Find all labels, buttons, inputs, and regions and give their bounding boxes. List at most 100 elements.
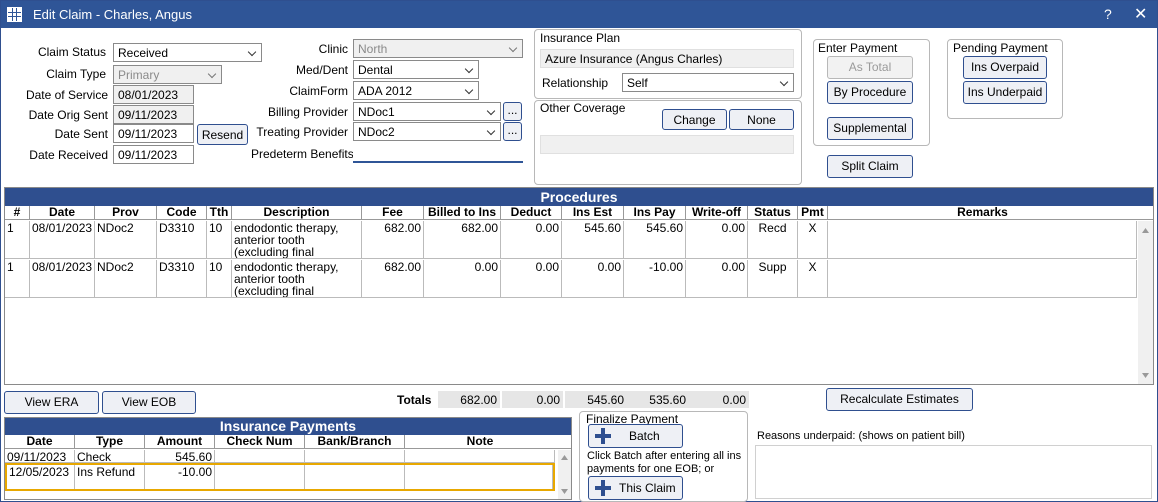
col-code[interactable]: Code xyxy=(157,206,207,219)
split-claim-button[interactable]: Split Claim xyxy=(827,155,913,178)
date-received-field[interactable]: 09/11/2023 xyxy=(113,145,194,164)
col-date[interactable]: Date xyxy=(30,206,95,219)
cell-date: 08/01/2023 xyxy=(30,260,95,297)
col-writeoff[interactable]: Write-off xyxy=(686,206,748,219)
col-prov[interactable]: Prov xyxy=(95,206,157,219)
recalculate-estimates-button[interactable]: Recalculate Estimates xyxy=(826,388,973,411)
cell-note xyxy=(405,450,555,462)
col-tth[interactable]: Tth xyxy=(207,206,232,219)
predeterm-benefits-field[interactable] xyxy=(353,144,523,163)
cell-num: 1 xyxy=(5,260,30,297)
total-ins-est: 545.60 xyxy=(565,391,627,408)
col-bank-branch[interactable]: Bank/Branch xyxy=(305,435,405,448)
plus-icon xyxy=(594,479,612,497)
clinic-label: Clinic xyxy=(318,42,348,56)
this-claim-button[interactable]: This Claim xyxy=(588,476,683,500)
date-of-service-label: Date of Service xyxy=(25,88,108,102)
col-billed[interactable]: Billed to Ins xyxy=(424,206,501,219)
scroll-arrows-icon xyxy=(1142,228,1149,378)
view-eob-button[interactable]: View EOB xyxy=(102,391,196,414)
payment-row-selected[interactable]: 12/05/2023 Ins Refund -10.00 xyxy=(5,463,555,491)
cell-fee: 682.00 xyxy=(362,221,424,258)
cell-prov: NDoc2 xyxy=(95,221,157,258)
treating-provider-pick-button[interactable]: ... xyxy=(503,122,522,141)
col-ins-pay[interactable]: Ins Pay xyxy=(624,206,686,219)
title-bar: Edit Claim - Charles, Angus ? ✕ xyxy=(1,1,1157,28)
col-ins-est[interactable]: Ins Est xyxy=(562,206,624,219)
claim-type-label: Claim Type xyxy=(46,67,106,81)
procedure-row[interactable]: 1 08/01/2023 NDoc2 D3310 10 endodontic t… xyxy=(5,221,1137,259)
date-sent-field[interactable]: 09/11/2023 xyxy=(113,124,194,143)
col-note[interactable]: Note xyxy=(405,435,555,448)
supplemental-button[interactable]: Supplemental xyxy=(827,117,913,140)
col-description[interactable]: Description xyxy=(232,206,362,219)
cell-pmt: X xyxy=(798,221,828,258)
cell-ins-pay: 545.60 xyxy=(624,221,686,258)
ins-overpaid-button[interactable]: Ins Overpaid xyxy=(963,56,1047,79)
edit-claim-window: Edit Claim - Charles, Angus ? ✕ Claim St… xyxy=(0,0,1158,502)
cell-code: D3310 xyxy=(157,260,207,297)
billing-provider-label: Billing Provider xyxy=(267,105,348,119)
claimform-dropdown[interactable]: ADA 2012 xyxy=(353,81,479,100)
cell-pay-type: Check xyxy=(75,450,145,462)
view-era-button[interactable]: View ERA xyxy=(4,391,99,414)
col-pmt[interactable]: Pmt xyxy=(798,206,828,219)
batch-button[interactable]: Batch xyxy=(588,424,683,448)
col-pay-type[interactable]: Type xyxy=(75,435,145,448)
cell-pay-date: 09/11/2023 xyxy=(5,450,75,462)
insurance-payments-columns: Date Type Amount Check Num Bank/Branch N… xyxy=(5,435,571,449)
med-dent-dropdown[interactable]: Dental xyxy=(353,60,479,79)
clinic-dropdown: North xyxy=(353,39,523,58)
reasons-underpaid-label: Reasons underpaid: (shows on patient bil… xyxy=(757,430,965,442)
insurance-plan-title: Insurance Plan xyxy=(540,31,621,45)
cell-note xyxy=(405,465,553,489)
window-title: Edit Claim - Charles, Angus xyxy=(33,7,192,22)
col-num[interactable]: # xyxy=(5,206,30,219)
billing-provider-pick-button[interactable]: ... xyxy=(503,102,522,121)
cell-num: 1 xyxy=(5,221,30,258)
relationship-label: Relationship xyxy=(542,76,609,90)
date-of-service-field[interactable]: 08/01/2023 xyxy=(113,85,194,104)
procedure-row[interactable]: 1 08/01/2023 NDoc2 D3310 10 endodontic t… xyxy=(5,260,1137,298)
date-orig-sent-label: Date Orig Sent xyxy=(28,108,108,122)
col-status[interactable]: Status xyxy=(748,206,798,219)
claim-status-dropdown[interactable]: Received xyxy=(113,43,262,62)
ins-underpaid-button[interactable]: Ins Underpaid xyxy=(963,81,1047,104)
claim-status-label: Claim Status xyxy=(37,45,106,59)
date-orig-sent-field[interactable]: 09/11/2023 xyxy=(113,105,194,124)
payments-scrollbar[interactable] xyxy=(558,450,571,499)
col-deduct[interactable]: Deduct xyxy=(501,206,562,219)
billing-provider-dropdown[interactable]: NDoc1 xyxy=(353,102,501,121)
insurance-payments-title: Insurance Payments xyxy=(5,418,571,435)
payment-row[interactable]: 09/11/2023 Check 545.60 xyxy=(5,450,555,463)
cell-check-num xyxy=(215,450,305,462)
scroll-arrows-icon xyxy=(561,455,568,494)
as-total-button: As Total xyxy=(827,56,913,79)
cell-status: Recd xyxy=(748,221,798,258)
col-check-num[interactable]: Check Num xyxy=(215,435,305,448)
date-sent-label: Date Sent xyxy=(54,127,108,141)
cell-ins-est: 545.60 xyxy=(562,221,624,258)
procedures-scrollbar[interactable] xyxy=(1138,221,1153,384)
cell-pay-amount: 545.60 xyxy=(145,450,215,462)
cell-tth: 10 xyxy=(207,260,232,297)
col-pay-date[interactable]: Date xyxy=(5,435,75,448)
col-remarks[interactable]: Remarks xyxy=(828,206,1137,219)
change-button[interactable]: Change xyxy=(662,109,727,130)
col-fee[interactable]: Fee xyxy=(362,206,424,219)
reasons-underpaid-field[interactable] xyxy=(755,445,1152,499)
col-pay-amount[interactable]: Amount xyxy=(145,435,215,448)
totals-label: Totals xyxy=(397,393,432,407)
cell-fee: 682.00 xyxy=(362,260,424,297)
help-button[interactable]: ? xyxy=(1104,6,1112,22)
close-icon[interactable]: ✕ xyxy=(1134,4,1147,24)
none-button[interactable]: None xyxy=(729,109,794,130)
predeterm-benefits-label: Predeterm Benefits xyxy=(251,147,354,161)
total-writeoff: 0.00 xyxy=(689,391,749,408)
resend-button[interactable]: Resend xyxy=(197,124,248,145)
treating-provider-dropdown[interactable]: NDoc2 xyxy=(353,122,501,141)
cell-pay-amount: -10.00 xyxy=(145,465,215,489)
relationship-dropdown[interactable]: Self xyxy=(622,73,794,92)
by-procedure-button[interactable]: By Procedure xyxy=(827,81,913,104)
procedures-grid: Procedures # Date Prov Code Tth Descript… xyxy=(4,187,1154,385)
